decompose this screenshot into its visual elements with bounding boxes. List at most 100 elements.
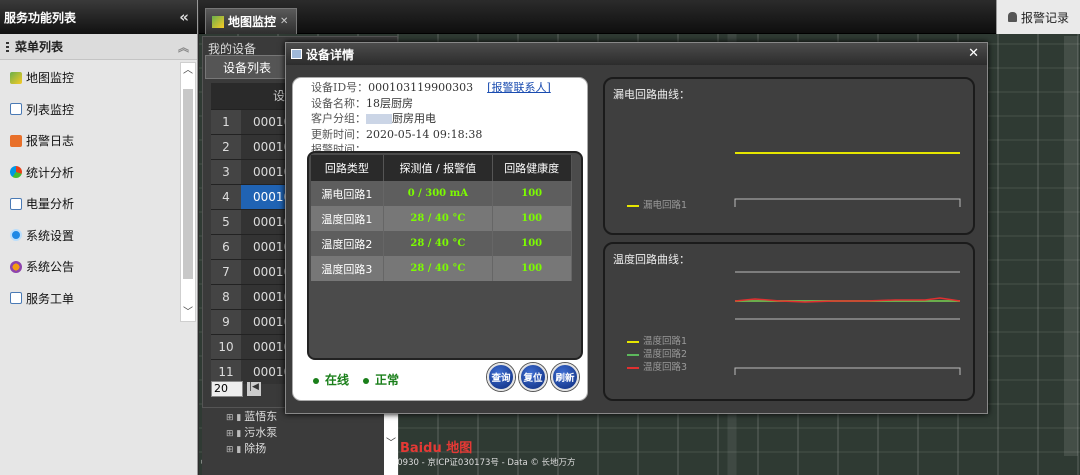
update-time-line: 更新时间：2020-05-14 09:18:38 <box>311 127 587 143</box>
tree-node[interactable]: 除扬 <box>202 440 398 456</box>
menu-item-system-notice[interactable]: 系统公告 <box>0 251 180 283</box>
loop-value-cell: 28 / 40 °C <box>383 256 493 281</box>
loop-type-cell: 漏电回路1 <box>311 181 384 206</box>
customer-group-label: 客户分组： <box>311 112 366 126</box>
loop-health-cell: 100 <box>492 181 572 206</box>
row-number: 5 <box>211 210 241 234</box>
legend-label: 漏电回路1 <box>643 200 688 211</box>
loop-value-cell: 0 / 300 mA <box>383 181 493 206</box>
legend-entry: 漏电回路1 <box>627 197 687 211</box>
collapse-sidebar-icon[interactable]: « <box>179 8 189 26</box>
legend-swatch <box>627 204 639 207</box>
legend-entry: 温度回路2 <box>627 348 687 361</box>
row-spacer <box>571 181 581 206</box>
menu-list-header[interactable]: 菜单列表 ︽ <box>0 34 197 60</box>
legend-label: 温度回路1 <box>643 336 688 347</box>
first-page-icon[interactable]: |◀ <box>247 382 261 396</box>
alarm-records-button[interactable]: 报警记录 <box>996 0 1080 34</box>
menu-dots-icon <box>6 41 9 54</box>
temperature-chart: 温度回路曲线： 温度回路1 温度回路2 温度回路3 <box>603 242 975 401</box>
menu-item-alarm-log[interactable]: 报警日志 <box>0 125 180 157</box>
query-button[interactable]: 查询 <box>487 363 515 391</box>
loop-value-cell: 28 / 40 °C <box>383 231 493 256</box>
row-spacer <box>571 256 581 281</box>
scroll-down-icon[interactable]: ﹀ <box>181 305 195 321</box>
menu-item-map-monitor[interactable]: 地图监控 <box>0 62 180 94</box>
map-scrollbar <box>1064 36 1078 456</box>
reset-button[interactable]: 复位 <box>519 363 547 391</box>
temperature-chart-plot <box>734 271 961 375</box>
status-dot-icon <box>313 377 319 384</box>
menu-item-label: 电量分析 <box>26 197 75 212</box>
customer-group-value: 厨房用电 <box>392 112 436 126</box>
row-number: 1 <box>211 110 241 134</box>
status-dot-icon <box>363 377 370 384</box>
menu-scrollbar[interactable]: ︿ ﹀ <box>180 62 196 322</box>
dialog-title: 设备详情 <box>306 47 355 62</box>
tab-device-list[interactable]: 设备列表 <box>205 55 289 79</box>
menu-item-label: 系统公告 <box>26 260 75 275</box>
alarm-log-icon <box>10 134 22 147</box>
loop-table-panel: 回路类型 探测值 / 报警值 回路健康度 漏电回路1 0 / 300 mA 10… <box>307 151 583 360</box>
update-time-value: 2020-05-14 09:18:38 <box>366 127 483 141</box>
map-icon <box>10 71 22 84</box>
scroll-up-icon[interactable]: ︿ <box>181 63 195 79</box>
table-row: 漏电回路1 0 / 300 mA 100 <box>311 181 581 206</box>
scroll-thumb[interactable] <box>183 89 193 279</box>
column-header: 回路健康度 <box>492 155 572 181</box>
menu-item-power-analysis[interactable]: 电量分析 <box>0 188 180 220</box>
column-header: 探测值 / 报警值 <box>383 155 493 181</box>
device-id-line: 设备ID号：000103119900303 [报警联系人] <box>311 80 587 96</box>
close-tab-icon[interactable]: ✕ <box>280 16 288 27</box>
chart-legend: 温度回路1 温度回路2 温度回路3 <box>627 335 687 374</box>
table-row: 温度回路2 28 / 40 °C 100 <box>311 231 581 256</box>
alarm-contact-link[interactable]: [报警联系人] <box>487 81 551 94</box>
loop-table: 回路类型 探测值 / 报警值 回路健康度 漏电回路1 0 / 300 mA 10… <box>311 155 581 281</box>
row-number: 10 <box>211 335 241 359</box>
online-status: 在线 <box>313 371 349 388</box>
close-dialog-icon[interactable]: ✕ <box>968 46 979 61</box>
loop-health-cell: 100 <box>492 231 572 256</box>
redacted-block <box>366 114 392 125</box>
menu-item-label: 统计分析 <box>26 165 75 180</box>
table-row: 温度回路3 28 / 40 °C 100 <box>311 256 581 281</box>
row-number: 2 <box>211 135 241 159</box>
sidebar: 服务功能列表 « 菜单列表 ︽ 地图监控 列表监控 报警日志 统计分析 电量分析… <box>0 0 198 475</box>
menu-item-system-settings[interactable]: 系统设置 <box>0 220 180 252</box>
leakage-chart: 漏电回路曲线： 漏电回路1 <box>603 77 975 235</box>
device-pager: 20 |◀ <box>211 381 261 397</box>
tree-node[interactable]: 污水泵 <box>202 424 398 440</box>
menu-item-statistics[interactable]: 统计分析 <box>0 157 180 189</box>
device-name-line: 设备名称：18层厨房 <box>311 96 587 112</box>
menu-item-work-order[interactable]: 服务工单 <box>0 283 180 315</box>
row-spacer <box>571 206 581 231</box>
notice-icon <box>10 260 22 273</box>
menu-item-label: 系统设置 <box>26 228 75 243</box>
menu-list-title: 菜单列表 <box>15 40 64 54</box>
menu-item-label: 列表监控 <box>26 102 75 117</box>
row-number: 6 <box>211 235 241 259</box>
customer-group-line: 客户分组： 厨房用电 <box>311 111 587 127</box>
refresh-button[interactable]: 刷新 <box>551 363 579 391</box>
tree-scrollbar[interactable]: ﹀ <box>384 408 398 475</box>
power-icon <box>10 197 22 210</box>
sidebar-header: 服务功能列表 « <box>0 0 197 34</box>
menu-list: 地图监控 列表监控 报警日志 统计分析 电量分析 系统设置 系统公告 服务工单 <box>0 62 180 314</box>
x-axis-bracket <box>734 198 961 207</box>
dialog-title-bar[interactable]: 设备详情 ✕ <box>286 43 987 65</box>
map-icon <box>212 15 224 28</box>
device-status: 在线 正常 <box>313 371 399 388</box>
bell-icon <box>1007 12 1017 22</box>
tab-map-monitor[interactable]: 地图监控 ✕ <box>205 8 298 34</box>
x-axis-bracket <box>734 367 961 375</box>
legend-swatch <box>627 366 639 369</box>
menu-item-list-monitor[interactable]: 列表监控 <box>0 94 180 126</box>
loop-health-cell: 100 <box>492 206 572 231</box>
loop-type-cell: 温度回路2 <box>311 231 384 256</box>
page-size-select[interactable]: 20 <box>211 381 243 397</box>
scroll-down-icon[interactable]: ﹀ <box>384 434 398 449</box>
legend-swatch <box>627 353 639 356</box>
window-icon <box>291 49 302 59</box>
chevron-up-icon[interactable]: ︽ <box>178 39 189 55</box>
column-header: 回路类型 <box>311 155 384 181</box>
